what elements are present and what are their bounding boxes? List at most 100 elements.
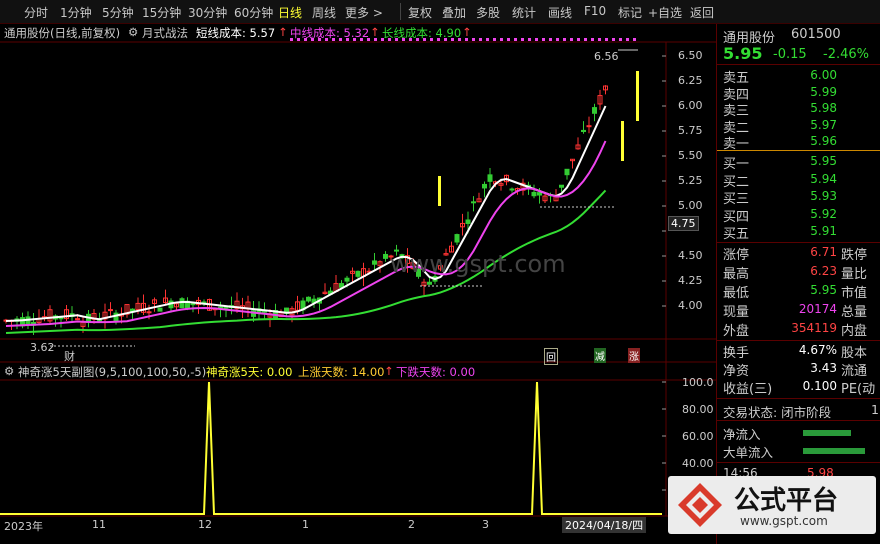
top-dot xyxy=(332,38,335,41)
period-daily[interactable]: 日线 xyxy=(278,4,302,21)
divider xyxy=(717,420,880,421)
stat-label-4: 外盘 xyxy=(723,324,750,339)
stat-label-1: 最高 xyxy=(723,267,750,282)
period-5min[interactable]: 5分钟 xyxy=(102,4,134,21)
bid-label-0: 买一 xyxy=(723,157,750,172)
net-inflow-label: 净流入 xyxy=(723,427,761,442)
period-30min[interactable]: 30分钟 xyxy=(188,4,227,21)
divider xyxy=(717,398,880,399)
bid-value-4: 5.91 xyxy=(810,224,837,238)
sub-tick-label: 40.00 xyxy=(682,457,714,470)
quote-stock-code: 601500 xyxy=(791,27,841,42)
top-dot xyxy=(500,38,503,41)
period-more[interactable]: 更多 > xyxy=(345,4,383,21)
stat-value-1: 6.23 xyxy=(810,264,837,278)
restore-rights-button[interactable]: 复权 xyxy=(408,4,432,21)
stat-label2-3: 总量 xyxy=(841,305,868,320)
candle-body xyxy=(531,191,537,197)
candle-body xyxy=(146,311,152,314)
stock-chart-window: 分时 1分钟 5分钟 15分钟 30分钟 60分钟 日线 周线 更多 > 复权 … xyxy=(0,0,880,544)
candle-body xyxy=(383,253,388,259)
top-dot xyxy=(633,38,636,41)
toolbar: 分时 1分钟 5分钟 15分钟 30分钟 60分钟 日线 周线 更多 > 复权 … xyxy=(0,0,880,24)
fin-label2-0: 股本 xyxy=(841,346,868,361)
logo-text: 公式平台 xyxy=(734,486,839,516)
f10-button[interactable]: F10 xyxy=(584,4,606,18)
price-tick-label: 6.50 xyxy=(678,49,703,62)
candle-body xyxy=(537,192,542,196)
top-dot xyxy=(591,38,594,41)
period-intraday[interactable]: 分时 xyxy=(24,4,48,21)
top-dot xyxy=(444,38,447,41)
kline-chart[interactable] xyxy=(0,24,716,544)
candle-body xyxy=(306,296,311,302)
ask-value-1: 5.99 xyxy=(810,84,837,99)
period-60min[interactable]: 60分钟 xyxy=(234,4,273,21)
fin-value-1: 3.43 xyxy=(810,361,837,375)
big-inflow-label: 大单流入 xyxy=(723,445,774,460)
price-tag: 4.75 xyxy=(668,216,699,231)
top-dot xyxy=(430,38,433,41)
mid-cost-line xyxy=(5,140,607,327)
top-dot xyxy=(318,38,321,41)
statistics-button[interactable]: 统计 xyxy=(512,4,536,21)
period-15min[interactable]: 15分钟 xyxy=(142,4,181,21)
x-label-2023: 2023年 xyxy=(4,520,43,533)
current-date-label: 2024/04/18/四 xyxy=(562,517,647,533)
top-dot xyxy=(472,38,475,41)
sub-indicator-title[interactable]: 神奇涨5天副图(9,5,100,100,50,-5) xyxy=(18,364,206,380)
sub-value-1: 神奇涨5天: 0.00 xyxy=(206,365,293,379)
back-button[interactable]: 返回 xyxy=(690,4,714,21)
top-dot xyxy=(535,38,538,41)
top-dot xyxy=(542,38,545,41)
sub-value-2: 上涨天数: 14.00 xyxy=(298,365,385,379)
candle-body xyxy=(58,317,64,320)
bid-label-2: 买三 xyxy=(723,192,750,207)
top-dot xyxy=(437,38,440,41)
net-inflow-bar xyxy=(803,430,851,436)
event-reduce-badge[interactable]: 减 xyxy=(594,348,606,363)
x-label-mar: 3 xyxy=(482,518,489,531)
fin-label-0: 换手 xyxy=(723,346,750,361)
bid-value-0: 5.95 xyxy=(810,154,837,168)
stat-label-0: 涨停 xyxy=(723,248,750,263)
event-finance-badge[interactable]: 财 xyxy=(64,348,75,364)
low-marker: 3.62 xyxy=(30,341,55,354)
ask-value-2: 5.98 xyxy=(810,101,837,115)
mark-button[interactable]: 标记 xyxy=(618,4,642,21)
stat-value-0: 6.71 xyxy=(810,245,837,259)
indicator-header: ⚙ 神奇涨5天副图(9,5,100,100,50,-5) 神奇涨5天: 0.00… xyxy=(0,364,716,380)
draw-line-button[interactable]: 画线 xyxy=(548,4,572,21)
top-dot xyxy=(367,38,370,41)
overlay-button[interactable]: 叠加 xyxy=(442,4,466,21)
top-dot xyxy=(304,38,307,41)
add-favorite-button[interactable]: +自选 xyxy=(648,4,682,21)
candle-body xyxy=(581,129,586,133)
top-dot xyxy=(486,38,489,41)
ask-value-4: 5.96 xyxy=(810,134,837,148)
multi-stock-button[interactable]: 多股 xyxy=(476,4,500,21)
event-rise-badge[interactable]: 涨 xyxy=(628,348,640,363)
sub-tick-label: 100.0 xyxy=(682,376,714,389)
fin-label-2: 收益(三) xyxy=(723,382,773,397)
candle-body xyxy=(564,168,570,176)
top-dot xyxy=(479,38,482,41)
sub-tick-label: 60.00 xyxy=(682,430,714,443)
candle-body xyxy=(190,303,196,306)
up-arrow-icon: ↑ xyxy=(384,364,394,378)
price-tick-label: 4.50 xyxy=(678,249,703,262)
gear-icon[interactable]: ⚙ xyxy=(4,364,14,378)
top-dot xyxy=(626,38,629,41)
high-marker: 6.56 xyxy=(594,50,619,63)
x-label-jan: 1 xyxy=(302,518,309,531)
period-weekly[interactable]: 周线 xyxy=(312,4,336,21)
candle-body xyxy=(454,234,460,243)
period-1min[interactable]: 1分钟 xyxy=(60,4,92,21)
candle-body xyxy=(592,107,597,114)
logo-icon xyxy=(678,483,722,527)
top-dot xyxy=(311,38,314,41)
sub-tick-label: 80.00 xyxy=(682,403,714,416)
candle-body xyxy=(559,184,564,188)
signal-bar xyxy=(438,176,441,206)
event-return-badge[interactable]: 回 xyxy=(544,348,558,365)
